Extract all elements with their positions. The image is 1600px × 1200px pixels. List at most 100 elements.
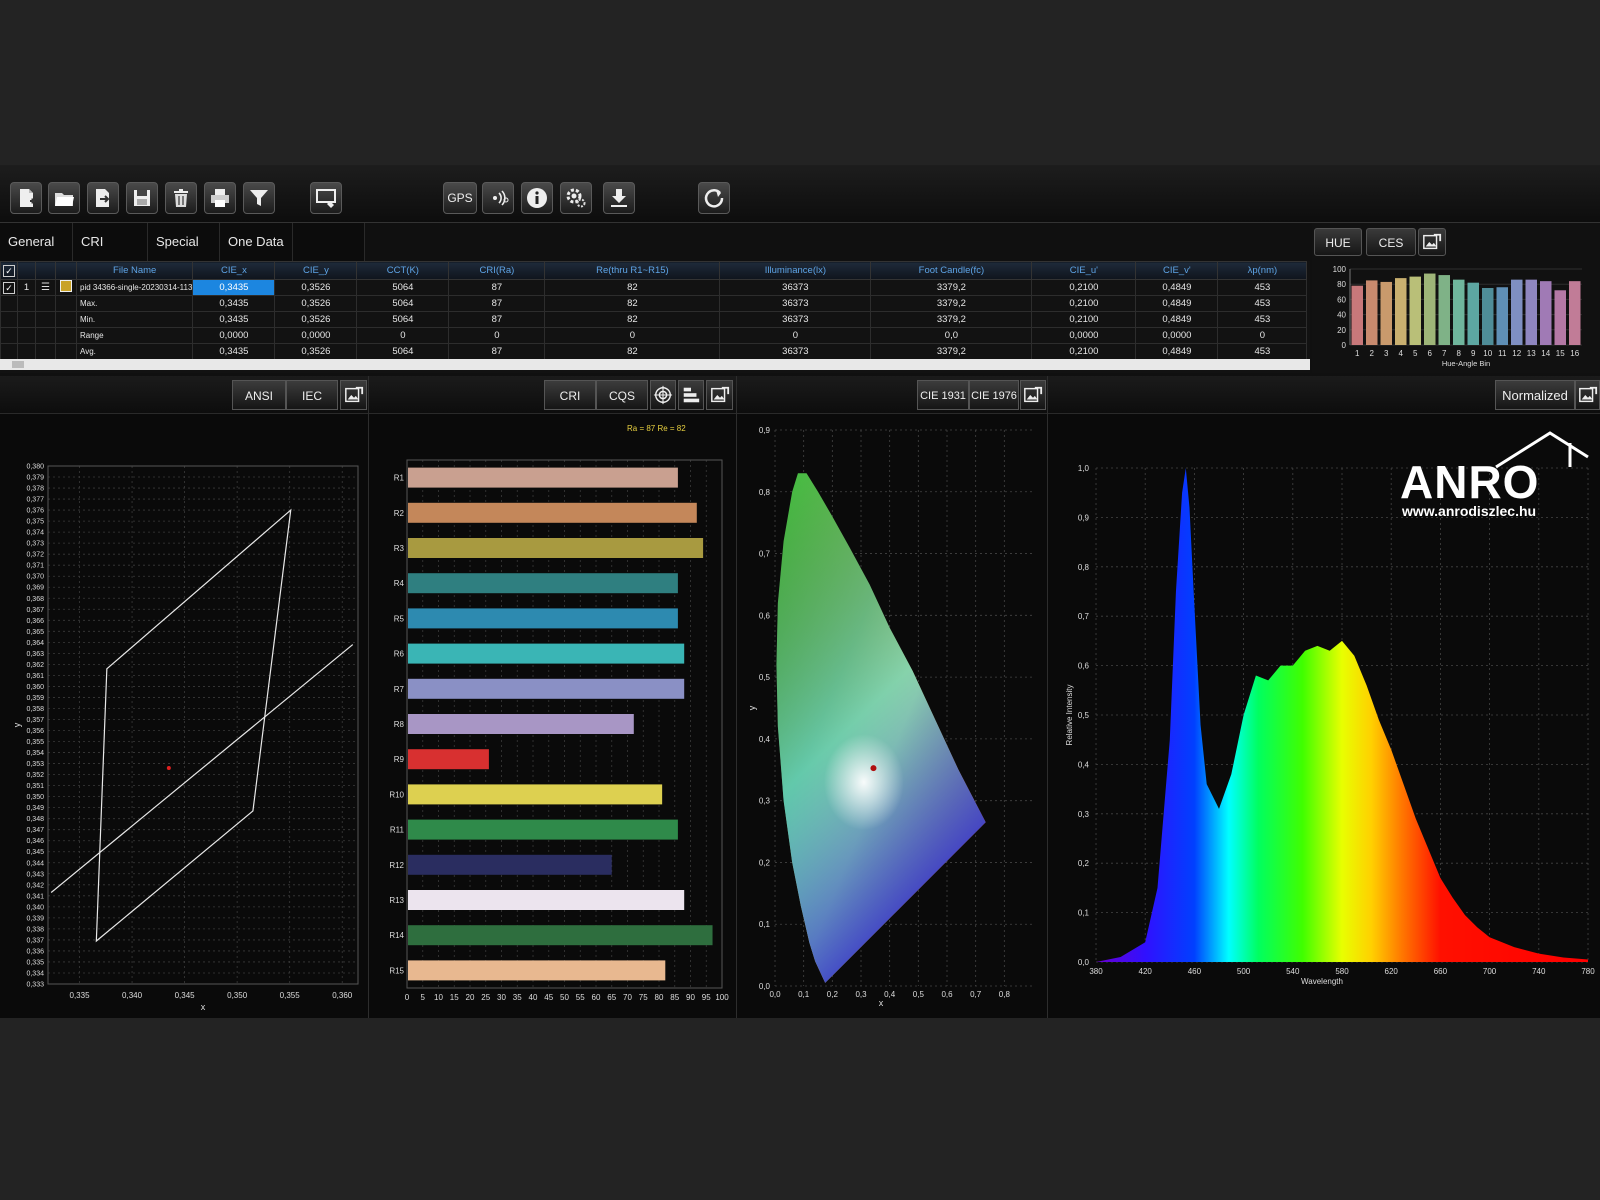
ansi-button[interactable]: ANSI	[232, 380, 286, 410]
cri-button[interactable]: CRI	[544, 380, 596, 410]
col-header[interactable]: Re(thru R1~R15)	[544, 261, 721, 280]
table-cell[interactable]: 0,0000	[1135, 327, 1219, 344]
table-cell[interactable]: 0,2100	[1031, 311, 1137, 328]
gps-button[interactable]: GPS	[443, 182, 477, 214]
table-cell[interactable]: 5064	[356, 311, 450, 328]
table-cell[interactable]: 5064	[356, 343, 450, 360]
table-cell[interactable]: 453	[1217, 279, 1308, 296]
table-cell[interactable]: 3379,2	[870, 295, 1033, 312]
col-header[interactable]: CIE_x	[192, 261, 276, 280]
filter-button[interactable]	[243, 182, 275, 214]
table-cell[interactable]: 0,4849	[1135, 311, 1219, 328]
refresh-button[interactable]	[698, 182, 730, 214]
table-cell[interactable]: 0,4849	[1135, 295, 1219, 312]
table-row[interactable]: Max. 0,3435 0,3526 5064 87 82 36373 3379,2 0,210…	[0, 295, 1308, 312]
ces-button[interactable]: CES	[1366, 228, 1416, 256]
export-file-button[interactable]	[87, 182, 119, 214]
table-cell[interactable]: 0,2100	[1031, 279, 1137, 296]
table-cell[interactable]: 82	[544, 295, 721, 312]
table-cell[interactable]: 82	[544, 279, 721, 296]
row-checkbox[interactable]: ✓	[0, 279, 18, 296]
col-header[interactable]: CIE_y	[274, 261, 358, 280]
wireless-button[interactable]	[482, 182, 514, 214]
tab-cri[interactable]: CRI	[73, 223, 148, 261]
info-button[interactable]	[521, 182, 553, 214]
table-cell[interactable]: 36373	[719, 343, 872, 360]
hue-button[interactable]: HUE	[1314, 228, 1362, 256]
col-header[interactable]: Illuminance(lx)	[719, 261, 872, 280]
col-header[interactable]: CIE_v'	[1135, 261, 1219, 280]
table-cell[interactable]: 0,3526	[274, 279, 358, 296]
row-edit-cell[interactable]: ☰	[35, 279, 56, 296]
table-cell[interactable]: 0,3435	[192, 343, 276, 360]
table-cell[interactable]: 3379,2	[870, 311, 1033, 328]
table-cell[interactable]: 0	[356, 327, 450, 344]
table-row[interactable]: Min. 0,3435 0,3526 5064 87 82 36373 3379,2 0,210…	[0, 311, 1308, 328]
tab-general[interactable]: General	[0, 223, 73, 261]
tab-special[interactable]: Special	[148, 223, 220, 261]
table-cell[interactable]: 0	[448, 327, 546, 344]
cri-export-button[interactable]	[706, 380, 733, 410]
table-cell[interactable]: 82	[544, 343, 721, 360]
table-cell[interactable]: 82	[544, 311, 721, 328]
table-cell[interactable]: 0	[544, 327, 721, 344]
table-cell[interactable]: 87	[448, 343, 546, 360]
table-cell[interactable]: 0,3526	[274, 295, 358, 312]
table-row[interactable]: Avg. 0,3435 0,3526 5064 87 82 36373 3379,2 0,210…	[0, 343, 1308, 360]
table-cell[interactable]: 0,4849	[1135, 279, 1219, 296]
table-cell[interactable]: 0,3435	[192, 279, 276, 296]
target-view-button[interactable]	[650, 380, 676, 410]
table-cell[interactable]: 87	[448, 295, 546, 312]
table-cell[interactable]: 0,0000	[274, 327, 358, 344]
table-cell[interactable]: 0,3526	[274, 343, 358, 360]
connect-device-button[interactable]	[310, 182, 342, 214]
table-cell[interactable]: 3379,2	[870, 343, 1033, 360]
cie-1976-button[interactable]: CIE 1976	[969, 380, 1019, 410]
delete-button[interactable]	[165, 182, 197, 214]
print-button[interactable]	[204, 182, 236, 214]
table-cell[interactable]: 0,3435	[192, 295, 276, 312]
settings-button[interactable]	[560, 182, 592, 214]
table-cell[interactable]: 87	[448, 279, 546, 296]
cqs-button[interactable]: CQS	[596, 380, 648, 410]
table-cell[interactable]: 453	[1217, 295, 1308, 312]
spectrum-export-button[interactable]	[1575, 380, 1600, 410]
table-cell[interactable]: 0,0000	[192, 327, 276, 344]
horizontal-scrollbar[interactable]	[0, 359, 1310, 370]
open-folder-button[interactable]	[48, 182, 80, 214]
hue-export-button[interactable]	[1418, 228, 1446, 256]
normalized-button[interactable]: Normalized	[1495, 380, 1575, 410]
download-button[interactable]	[603, 182, 635, 214]
table-cell[interactable]: 3379,2	[870, 279, 1033, 296]
table-cell[interactable]: 0	[719, 327, 872, 344]
col-header[interactable]: CIE_u'	[1031, 261, 1137, 280]
table-cell[interactable]: 0	[1217, 327, 1308, 344]
cie-export-button[interactable]	[1020, 380, 1046, 410]
scrollbar-thumb[interactable]	[12, 361, 24, 368]
table-cell[interactable]: 0,0	[870, 327, 1033, 344]
cie-1931-button[interactable]: CIE 1931	[917, 380, 969, 410]
table-cell[interactable]: 36373	[719, 279, 872, 296]
select-all-checkbox[interactable]: ✓	[0, 261, 18, 280]
table-row[interactable]: ✓ 1 ☰ pid 34366-single-20230314-113 0,3435 0,…	[0, 279, 1308, 296]
col-header[interactable]: CCT(K)	[356, 261, 450, 280]
table-cell[interactable]: 5064	[356, 279, 450, 296]
table-cell[interactable]: 0,2100	[1031, 295, 1137, 312]
table-cell[interactable]: 453	[1217, 343, 1308, 360]
table-cell[interactable]: 0,3435	[192, 311, 276, 328]
table-cell[interactable]: 0,4849	[1135, 343, 1219, 360]
new-file-button[interactable]	[10, 182, 42, 214]
ansi-export-button[interactable]	[340, 380, 367, 410]
table-row[interactable]: Range 0,0000 0,0000 0 0 0 0 0,0 0,0000 0,0000 0	[0, 327, 1308, 344]
save-button[interactable]	[126, 182, 158, 214]
table-cell[interactable]: 0,2100	[1031, 343, 1137, 360]
table-cell[interactable]: 5064	[356, 295, 450, 312]
table-cell[interactable]: 87	[448, 311, 546, 328]
tab-one-data[interactable]: One Data	[220, 223, 293, 261]
table-cell[interactable]: 0,0000	[1031, 327, 1137, 344]
col-header[interactable]: λp(nm)	[1217, 261, 1308, 280]
col-header[interactable]: Foot Candle(fc)	[870, 261, 1033, 280]
row-tag-cell[interactable]	[55, 279, 77, 296]
table-cell[interactable]: 0,3526	[274, 311, 358, 328]
col-header[interactable]: CRI(Ra)	[448, 261, 546, 280]
